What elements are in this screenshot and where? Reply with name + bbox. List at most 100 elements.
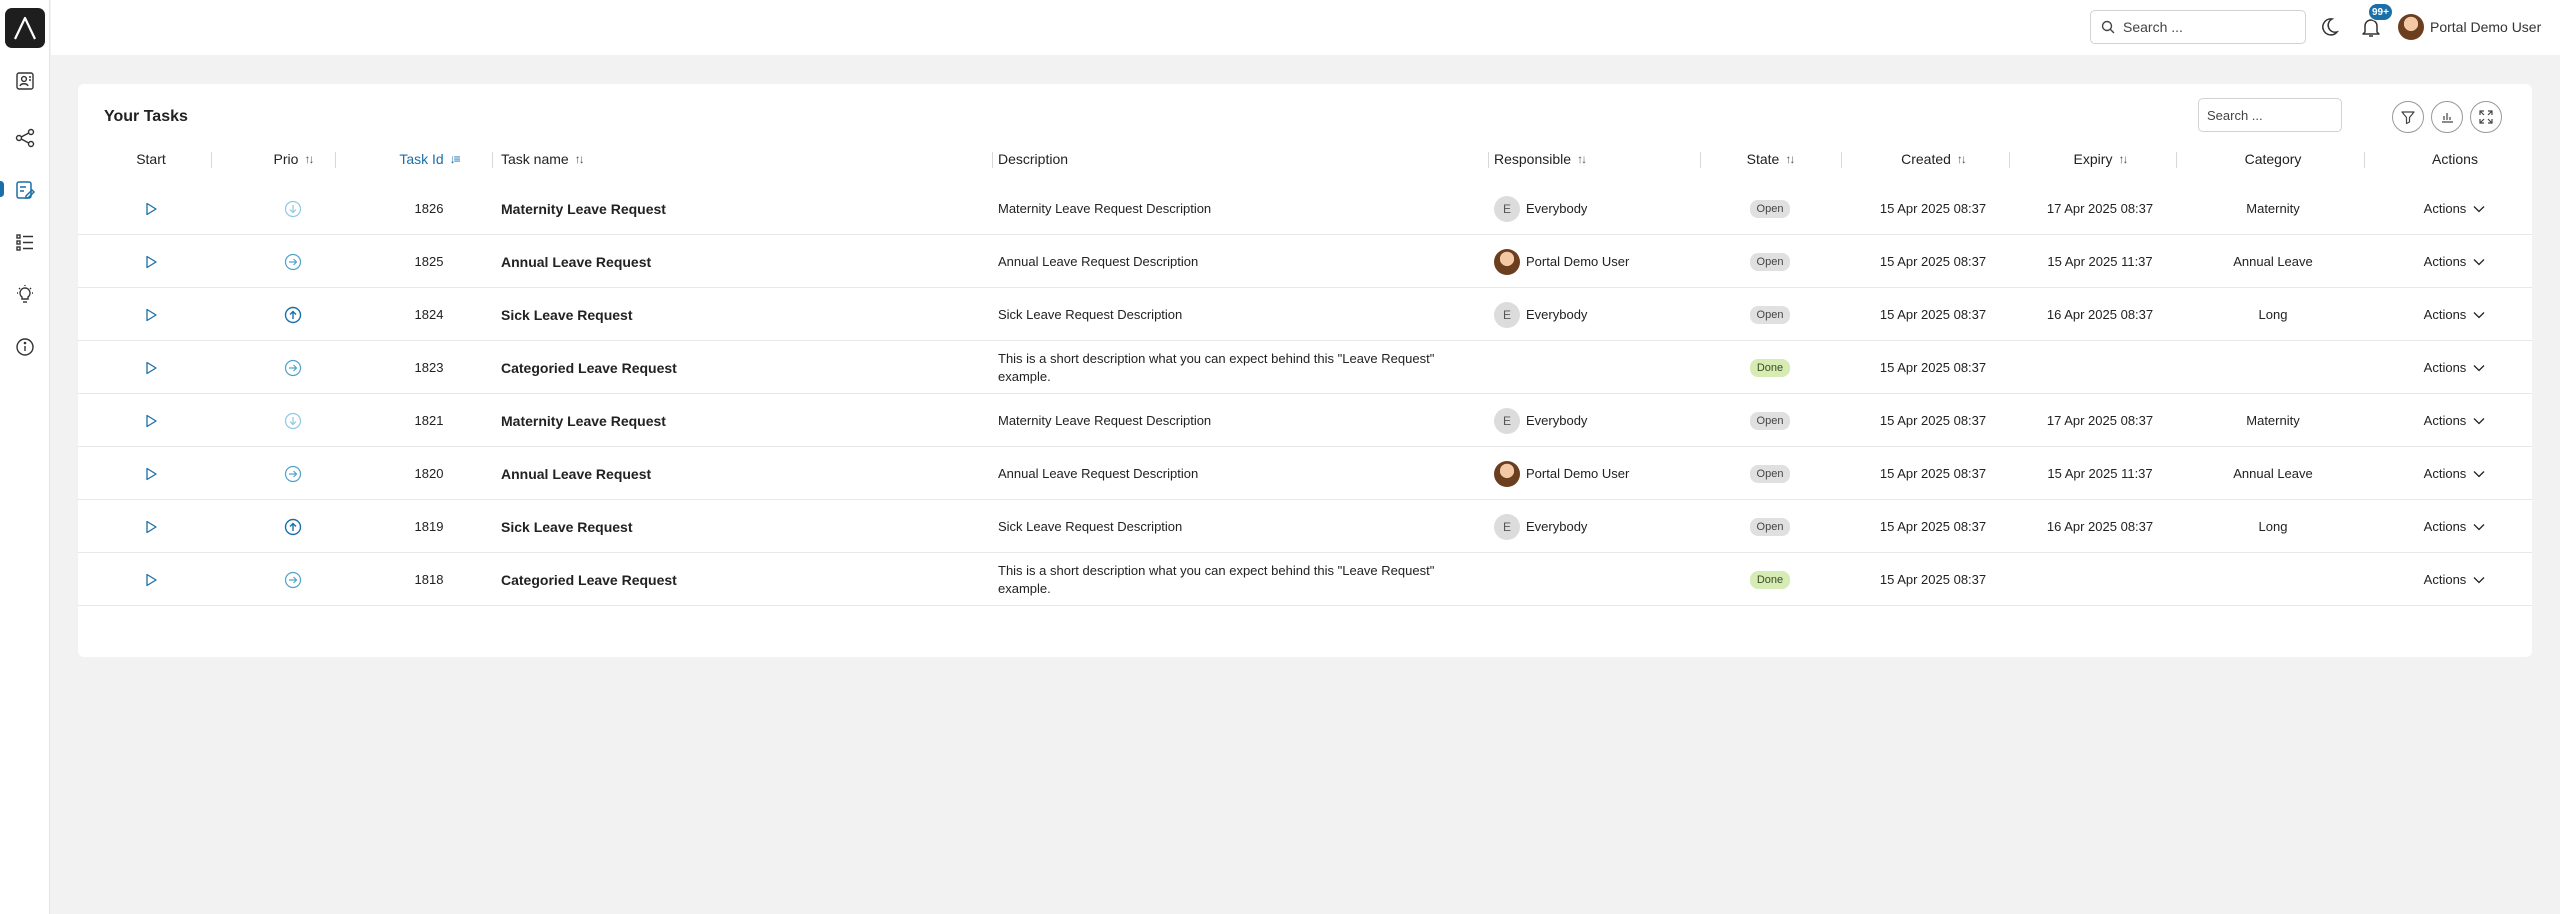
- sort-icon: ↑↓: [304, 152, 314, 166]
- task-description: This is a short description what you can…: [998, 341, 1478, 394]
- priority-normal-icon: [284, 359, 302, 377]
- start-task-play-icon[interactable]: [143, 201, 159, 217]
- card-title: Your Tasks: [104, 108, 188, 125]
- expiry-date: 15 Apr 2025 11:37: [2047, 466, 2153, 481]
- task-name[interactable]: Sick Leave Request: [501, 500, 981, 553]
- responsible-initial-avatar: E: [1494, 407, 1520, 434]
- actions-dropdown[interactable]: Actions: [2424, 466, 2487, 481]
- chevron-down-icon: [2466, 310, 2486, 320]
- process-icon[interactable]: [12, 125, 38, 151]
- task-description: Sick Leave Request Description: [998, 288, 1478, 341]
- expand-icon: [2479, 110, 2493, 124]
- task-name[interactable]: Annual Leave Request: [501, 235, 981, 288]
- task-name[interactable]: Maternity Leave Request: [501, 394, 981, 447]
- task-category: Annual Leave: [2233, 254, 2313, 269]
- start-task-play-icon[interactable]: [143, 413, 159, 429]
- task-category: Maternity: [2246, 413, 2300, 428]
- column-header-created[interactable]: Created ↑↓: [1853, 144, 2013, 174]
- user-name: Portal Demo User: [2430, 19, 2542, 35]
- task-responsible: Portal Demo User: [1494, 235, 1694, 288]
- table-row[interactable]: 1823 Categoried Leave Request This is a sh…: [78, 341, 2532, 394]
- task-name[interactable]: Categoried Leave Request: [501, 341, 981, 394]
- start-task-play-icon[interactable]: [143, 360, 159, 376]
- priority-high-icon: [284, 518, 302, 536]
- description-line: Maternity Leave Request Description: [998, 412, 1212, 428]
- bar-chart-icon: [2442, 113, 2453, 123]
- description-line: Sick Leave Request Description: [998, 306, 1183, 322]
- start-task-play-icon[interactable]: [143, 307, 159, 323]
- actions-dropdown[interactable]: Actions: [2424, 572, 2487, 587]
- actions-label: Actions: [2423, 360, 2467, 375]
- table-row[interactable]: 1818 Categoried Leave Request This is a sh…: [78, 553, 2532, 606]
- sort-icon: ↑↓: [1577, 152, 1587, 166]
- description-line: This is a short description what you can…: [998, 350, 1435, 366]
- table-row[interactable]: 1825 Annual Leave Request Annual Leave Req…: [78, 235, 2532, 288]
- start-task-play-icon[interactable]: [143, 254, 159, 270]
- actions-dropdown[interactable]: Actions: [2424, 201, 2487, 216]
- actions-dropdown[interactable]: Actions: [2424, 519, 2487, 534]
- actions-dropdown[interactable]: Actions: [2424, 360, 2487, 375]
- column-header-expiry[interactable]: Expiry ↑↓: [2020, 144, 2180, 174]
- state-badge: Open: [1749, 252, 1791, 271]
- task-category: Maternity: [2246, 201, 2300, 216]
- created-date: 15 Apr 2025 08:37: [1879, 413, 1987, 428]
- expiry-date: 17 Apr 2025 08:37: [2046, 413, 2154, 428]
- filter-button[interactable]: [2392, 101, 2424, 133]
- state-badge: Done: [1749, 358, 1791, 377]
- task-responsible: [1494, 341, 1694, 394]
- actions-dropdown[interactable]: Actions: [2424, 254, 2487, 269]
- created-date: 15 Apr 2025 08:37: [1879, 360, 1987, 375]
- dashboard-icon[interactable]: [12, 68, 38, 94]
- logo-icon[interactable]: [5, 8, 45, 48]
- task-category: Long: [2258, 519, 2288, 534]
- priority-normal-icon: [284, 465, 302, 483]
- actions-dropdown[interactable]: Actions: [2424, 413, 2487, 428]
- actions-dropdown[interactable]: Actions: [2424, 307, 2487, 322]
- task-category: Annual Leave: [2233, 466, 2313, 481]
- table-row[interactable]: 1824 Sick Leave Request Sick Leave Request…: [78, 288, 2532, 341]
- table-row[interactable]: 1820 Annual Leave Request Annual Leave Req…: [78, 447, 2532, 500]
- start-task-play-icon[interactable]: [143, 466, 159, 482]
- table-row[interactable]: 1821 Maternity Leave Request Maternity Lea…: [78, 394, 2532, 447]
- column-header-state[interactable]: State ↑↓: [1715, 144, 1825, 174]
- start-task-play-icon[interactable]: [143, 519, 159, 535]
- tasks-icon[interactable]: [12, 177, 38, 203]
- column-header-prio[interactable]: Prio ↑↓: [238, 144, 348, 174]
- expiry-date: 15 Apr 2025 11:37: [2047, 254, 2153, 269]
- task-name[interactable]: Maternity Leave Request: [501, 182, 981, 235]
- top-header: Search ... 99+ Portal Demo User: [51, 0, 2560, 55]
- table-row[interactable]: 1826 Maternity Leave Request Maternity Lea…: [78, 182, 2532, 235]
- description-line: Sick Leave Request Description: [998, 518, 1183, 534]
- priority-normal-icon: [284, 571, 302, 589]
- table-row[interactable]: 1819 Sick Leave Request Sick Leave Request…: [78, 500, 2532, 553]
- responsible-avatar: [1494, 248, 1520, 275]
- chart-button[interactable]: [2431, 101, 2463, 133]
- expiry-date: [2020, 341, 2180, 394]
- column-header-actions: Actions: [2432, 151, 2478, 167]
- start-task-play-icon[interactable]: [143, 572, 159, 588]
- lightbulb-icon[interactable]: [12, 282, 38, 308]
- task-description: Sick Leave Request Description: [998, 500, 1478, 553]
- created-date: 15 Apr 2025 08:37: [1879, 201, 1987, 216]
- responsible-initial-avatar: E: [1494, 301, 1520, 328]
- column-header-task-name[interactable]: Task name ↑↓: [501, 144, 701, 174]
- task-search-input[interactable]: [2198, 98, 2342, 132]
- info-icon[interactable]: [12, 334, 38, 360]
- task-description: Maternity Leave Request Description: [998, 394, 1478, 447]
- list-icon[interactable]: [12, 229, 38, 255]
- description-line: example.: [998, 580, 1051, 596]
- task-description: This is a short description what you can…: [998, 553, 1478, 606]
- user-menu[interactable]: Portal Demo User: [2398, 13, 2541, 41]
- state-badge: Open: [1749, 411, 1791, 430]
- task-name[interactable]: Sick Leave Request: [501, 288, 981, 341]
- column-header-task-id[interactable]: Task Id ↓≡: [364, 144, 494, 174]
- global-search-input[interactable]: Search ...: [2090, 10, 2306, 44]
- task-name[interactable]: Categoried Leave Request: [501, 553, 981, 606]
- column-header-responsible[interactable]: Responsible ↑↓: [1494, 144, 1674, 174]
- actions-label: Actions: [2423, 519, 2467, 534]
- responsible-avatar: [1494, 460, 1520, 487]
- fullscreen-button[interactable]: [2470, 101, 2502, 133]
- task-name[interactable]: Annual Leave Request: [501, 447, 981, 500]
- search-icon: [2101, 20, 2115, 34]
- dark-mode-toggle-icon[interactable]: [2317, 15, 2341, 39]
